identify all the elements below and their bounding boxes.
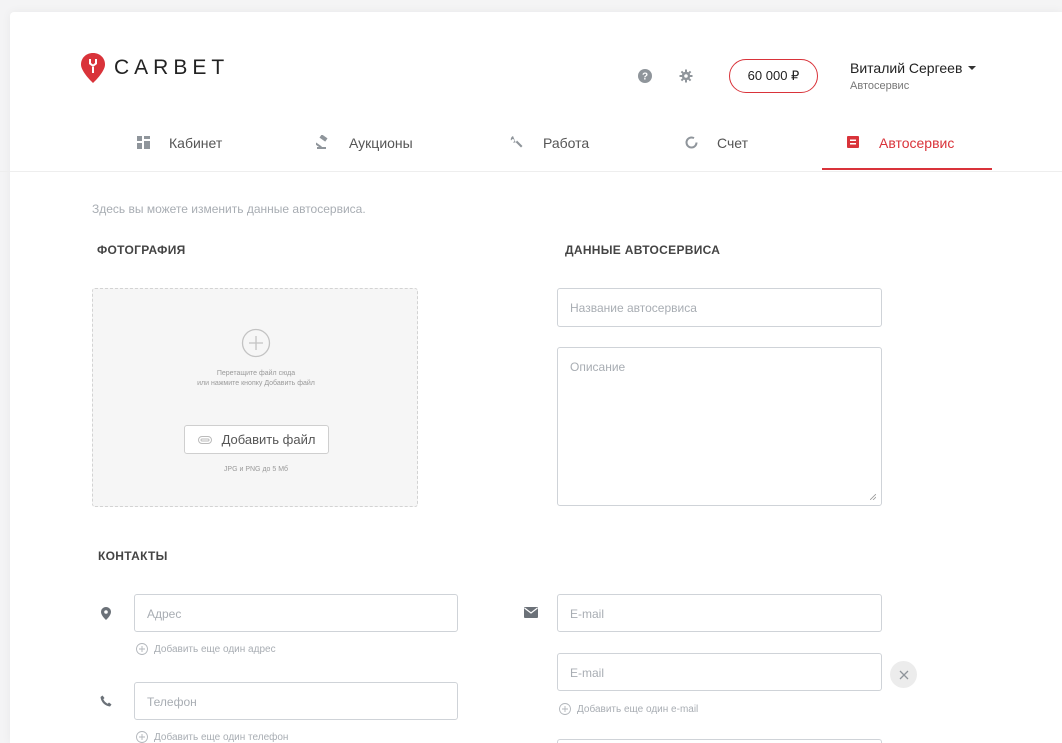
add-email-link[interactable]: Добавить еще один e-mail [559, 703, 698, 715]
svg-text:?: ? [642, 72, 648, 83]
tab-work[interactable]: Работа [510, 130, 589, 172]
paperclip-icon [197, 435, 212, 444]
document-icon [846, 135, 860, 149]
add-phone-label: Добавить еще один телефон [154, 731, 289, 743]
description-input[interactable] [570, 360, 869, 500]
add-file-label: Добавить файл [221, 432, 316, 447]
tab-autoservice[interactable]: Автосервис [846, 130, 954, 172]
gear-icon[interactable] [678, 68, 694, 84]
photo-dropzone[interactable]: Перетащите файл сюда или нажмите кнопку … [92, 288, 418, 507]
help-icon[interactable]: ? [637, 68, 653, 84]
phone-icon [99, 694, 113, 708]
resize-handle-icon[interactable] [870, 494, 876, 500]
user-role: Автосервис [850, 80, 910, 92]
logo[interactable]: CARBET [80, 52, 229, 84]
dropzone-hint-line1: Перетащите файл сюда [216, 370, 296, 377]
address-field[interactable] [134, 594, 458, 632]
phone-field[interactable] [134, 682, 458, 720]
email-field-1[interactable] [557, 594, 882, 632]
photo-section-title: ФОТОГРАФИЯ [97, 243, 186, 257]
description-field[interactable] [557, 347, 882, 506]
tab-label: Автосервис [879, 135, 955, 151]
service-name-input[interactable] [570, 301, 869, 315]
email-input-1[interactable] [570, 607, 869, 621]
balance-button[interactable]: 60 000 ₽ [729, 59, 818, 93]
tab-label: Работа [543, 135, 590, 151]
wrench-icon [510, 135, 524, 149]
gavel-icon [316, 135, 330, 149]
user-name[interactable]: Виталий Сергеев [850, 60, 962, 76]
tab-label: Аукционы [349, 135, 413, 151]
add-circle-icon [241, 328, 271, 358]
add-circle-icon [136, 731, 148, 743]
service-name-field[interactable] [557, 288, 882, 327]
location-pin-icon [99, 606, 113, 620]
logo-text: CARBET [114, 56, 230, 79]
email-field-2[interactable] [557, 653, 882, 691]
tab-auctions[interactable]: Аукционы [316, 130, 413, 172]
tab-label: Кабинет [169, 135, 223, 151]
intro-text: Здесь вы можете изменить данные автосерв… [92, 202, 366, 216]
data-section-title: ДАННЫЕ АВТОСЕРВИСА [565, 243, 721, 257]
tab-account[interactable]: Счет [684, 130, 748, 172]
circle-chart-icon [684, 135, 698, 149]
main-nav: Кабинет Аукционы Работа Счет Автосервис [0, 130, 1062, 172]
add-email-label: Добавить еще один e-mail [577, 703, 699, 715]
dropzone-hint-line2: или нажмите кнопку Добавить файл [197, 380, 315, 387]
email-input-2[interactable] [570, 666, 869, 680]
add-phone-link[interactable]: Добавить еще один телефон [136, 731, 288, 743]
contacts-section-title: КОНТАКТЫ [98, 549, 168, 563]
active-tab-indicator [822, 168, 992, 170]
logo-pin-icon [81, 53, 105, 83]
remove-email-button[interactable] [890, 661, 917, 688]
add-file-button[interactable]: Добавить файл [184, 425, 329, 454]
dashboard-icon [136, 135, 150, 149]
tab-cabinet[interactable]: Кабинет [136, 130, 222, 172]
tab-label: Счет [717, 135, 748, 151]
phone-input[interactable] [147, 695, 445, 709]
chevron-down-icon[interactable] [968, 66, 976, 70]
envelope-icon [524, 605, 538, 619]
close-icon [899, 670, 908, 679]
add-address-link[interactable]: Добавить еще один адрес [136, 643, 276, 655]
add-circle-icon [136, 643, 148, 655]
next-field-partial[interactable] [557, 739, 882, 743]
address-input[interactable] [147, 607, 445, 621]
add-circle-icon [559, 703, 571, 715]
add-address-label: Добавить еще один адрес [154, 643, 276, 655]
dropzone-formats: JPG и PNG до 5 Мб [223, 466, 289, 473]
